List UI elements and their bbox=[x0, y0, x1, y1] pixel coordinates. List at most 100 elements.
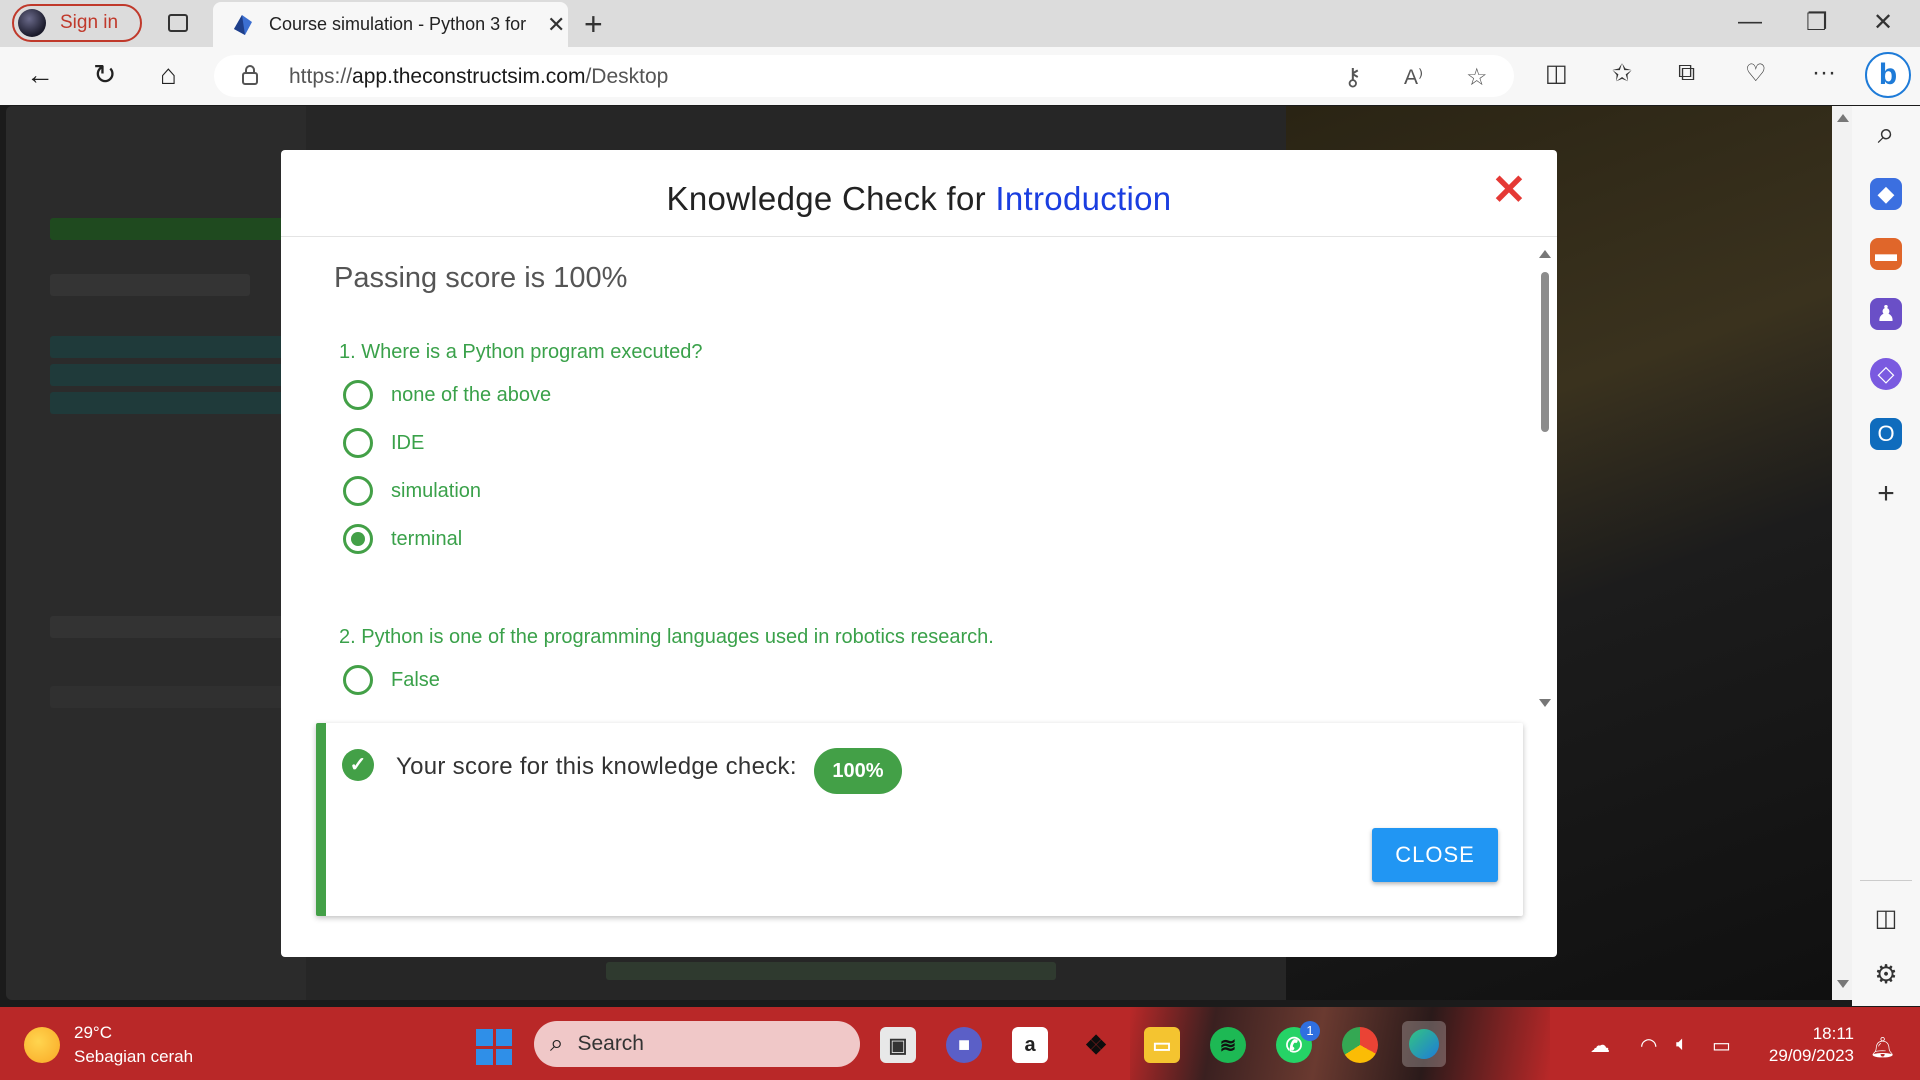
radio-button[interactable] bbox=[343, 380, 373, 410]
address-bar[interactable]: https://app.theconstructsim.com/Desktop … bbox=[214, 55, 1514, 97]
option-terminal[interactable]: terminal bbox=[343, 523, 462, 555]
browser-essentials-icon[interactable]: ♡ bbox=[1745, 59, 1767, 88]
weather-temperature: 29°C bbox=[74, 1023, 112, 1042]
chrome-icon[interactable] bbox=[1342, 1027, 1378, 1063]
modal-close-icon[interactable]: ✕ bbox=[1489, 169, 1529, 211]
url-text: https://app.theconstructsim.com/Desktop bbox=[289, 65, 669, 88]
more-menu-icon[interactable]: ··· bbox=[1812, 59, 1836, 87]
system-clock[interactable]: 18:11 29/09/2023 bbox=[1740, 1023, 1854, 1067]
score-text: Your score for this knowledge check: bbox=[396, 753, 797, 780]
scroll-down-icon[interactable] bbox=[1837, 980, 1849, 988]
new-tab-icon[interactable]: + bbox=[584, 6, 603, 43]
collections-icon[interactable]: ⧉ bbox=[1678, 59, 1695, 87]
option-label: none of the above bbox=[391, 383, 552, 406]
code-line-dim bbox=[50, 336, 290, 358]
favorites-icon[interactable]: ✩ bbox=[1612, 59, 1632, 88]
battery-icon[interactable]: ▭ bbox=[1712, 1033, 1731, 1058]
score-badge: 100% bbox=[814, 748, 902, 794]
weather-description: Sebagian cerah bbox=[74, 1047, 194, 1066]
games-icon[interactable]: ♟ bbox=[1870, 298, 1902, 330]
radio-button[interactable] bbox=[343, 476, 373, 506]
tools-briefcase-icon[interactable]: ▬ bbox=[1870, 238, 1902, 270]
text-line-dim bbox=[50, 616, 300, 638]
back-arrow-icon[interactable]: ← bbox=[26, 59, 54, 91]
onedrive-icon[interactable]: ☁ bbox=[1590, 1033, 1610, 1058]
profile-signin-button[interactable]: Sign in bbox=[12, 4, 142, 42]
edge-browser-icon[interactable] bbox=[1402, 1021, 1446, 1067]
window-close-icon[interactable]: ✕ bbox=[1873, 8, 1893, 37]
refresh-icon[interactable]: ↻ bbox=[93, 59, 116, 91]
weather-widget[interactable]: 29°C Sebagian cerah bbox=[24, 1023, 193, 1067]
scroll-down-icon[interactable] bbox=[1539, 699, 1551, 707]
task-view-icon[interactable]: ▣ bbox=[880, 1027, 916, 1063]
dropbox-icon[interactable]: ❖ bbox=[1078, 1027, 1114, 1063]
taskbar-search-box[interactable]: ⌕ Search bbox=[534, 1021, 860, 1067]
modal-body[interactable]: Passing score is 100% 1. Where is a Pyth… bbox=[281, 238, 1557, 721]
file-explorer-icon[interactable]: ▭ bbox=[1144, 1027, 1180, 1063]
sidebar-divider bbox=[1860, 880, 1912, 881]
lock-icon bbox=[242, 65, 258, 85]
home-icon[interactable]: ⌂ bbox=[160, 59, 177, 91]
code-line-dim bbox=[50, 364, 290, 386]
microsoft-365-icon[interactable]: ◇ bbox=[1870, 358, 1902, 390]
page-scrollbar[interactable] bbox=[1832, 106, 1852, 1000]
radio-button[interactable] bbox=[343, 428, 373, 458]
scroll-up-icon[interactable] bbox=[1539, 250, 1551, 258]
question-1-text: 1. Where is a Python program executed? bbox=[339, 341, 703, 363]
partly-sunny-icon bbox=[24, 1027, 60, 1063]
wifi-icon[interactable]: ◠ bbox=[1640, 1033, 1657, 1058]
score-card: ✓ Your score for this knowledge check: 1… bbox=[316, 723, 1523, 916]
passing-score-text: Passing score is 100% bbox=[334, 262, 628, 294]
knowledge-check-modal: Knowledge Check for Introduction ✕ Passi… bbox=[281, 150, 1557, 957]
edge-logo-icon bbox=[1409, 1029, 1439, 1059]
radio-button-selected[interactable] bbox=[343, 524, 373, 554]
whatsapp-notification-badge: 1 bbox=[1300, 1021, 1320, 1041]
tab-actions-icon[interactable] bbox=[165, 10, 191, 36]
tab-title: Course simulation - Python 3 for bbox=[269, 14, 527, 34]
text-line-dim bbox=[50, 274, 250, 296]
option-label: simulation bbox=[391, 479, 482, 502]
key-icon[interactable]: ⚷ bbox=[1344, 63, 1362, 92]
notification-bell-icon[interactable]: 🔔︎ bbox=[1870, 1035, 1895, 1060]
amazon-icon[interactable]: a bbox=[1012, 1027, 1048, 1063]
volume-icon[interactable]: 🔈︎ bbox=[1676, 1033, 1688, 1056]
option-label: IDE bbox=[391, 431, 425, 454]
radio-button[interactable] bbox=[343, 665, 373, 695]
option-ide[interactable]: IDE bbox=[343, 427, 424, 459]
option-simulation[interactable]: simulation bbox=[343, 475, 481, 507]
hide-sidebar-icon[interactable]: ◫ bbox=[1870, 902, 1902, 934]
bing-copilot-icon[interactable]: b bbox=[1865, 52, 1911, 98]
search-icon: ⌕ bbox=[550, 1030, 564, 1057]
wallpaper-art bbox=[1130, 1007, 1550, 1080]
close-tab-icon[interactable]: ✕ bbox=[547, 12, 565, 38]
restore-icon[interactable]: ❐ bbox=[1806, 8, 1828, 37]
progress-bar-dim bbox=[50, 218, 300, 240]
scroll-thumb[interactable] bbox=[1541, 272, 1549, 432]
scroll-up-icon[interactable] bbox=[1837, 114, 1849, 122]
option-false[interactable]: False bbox=[343, 664, 440, 696]
option-label: terminal bbox=[391, 527, 463, 550]
outlook-icon[interactable]: O bbox=[1870, 418, 1902, 450]
teams-chat-icon[interactable]: ■ bbox=[946, 1027, 982, 1063]
option-label: False bbox=[391, 668, 440, 691]
split-screen-icon[interactable]: ◫ bbox=[1545, 59, 1568, 88]
close-button[interactable]: CLOSE bbox=[1372, 828, 1498, 882]
tab-course-simulation[interactable]: Course simulation - Python 3 for ✕ bbox=[213, 2, 568, 47]
minimize-icon[interactable]: — bbox=[1738, 8, 1762, 36]
course-panel bbox=[6, 106, 306, 1000]
avatar bbox=[18, 9, 46, 37]
windows-start-icon[interactable] bbox=[476, 1029, 512, 1065]
modal-scrollbar[interactable] bbox=[1536, 238, 1554, 721]
add-sidebar-app-icon[interactable]: + bbox=[1870, 477, 1902, 510]
spotify-icon[interactable]: ≋ bbox=[1210, 1027, 1246, 1063]
windows-taskbar: 29°C Sebagian cerah ⌕ Search ▣ ■ a ❖ ▭ ≋… bbox=[0, 1007, 1920, 1080]
shopping-tag-icon[interactable]: ◆ bbox=[1870, 178, 1902, 210]
code-line-dim bbox=[50, 392, 290, 414]
settings-gear-icon[interactable]: ⚙ bbox=[1870, 958, 1902, 990]
favorite-star-icon[interactable]: ☆ bbox=[1466, 63, 1488, 92]
search-icon[interactable]: ⌕ bbox=[1870, 117, 1902, 150]
bottom-bar-dim bbox=[606, 962, 1056, 980]
option-none-of-the-above[interactable]: none of the above bbox=[343, 379, 551, 411]
read-aloud-icon[interactable]: A⁾ bbox=[1404, 65, 1423, 90]
question-2-text: 2. Python is one of the programming lang… bbox=[339, 626, 994, 648]
